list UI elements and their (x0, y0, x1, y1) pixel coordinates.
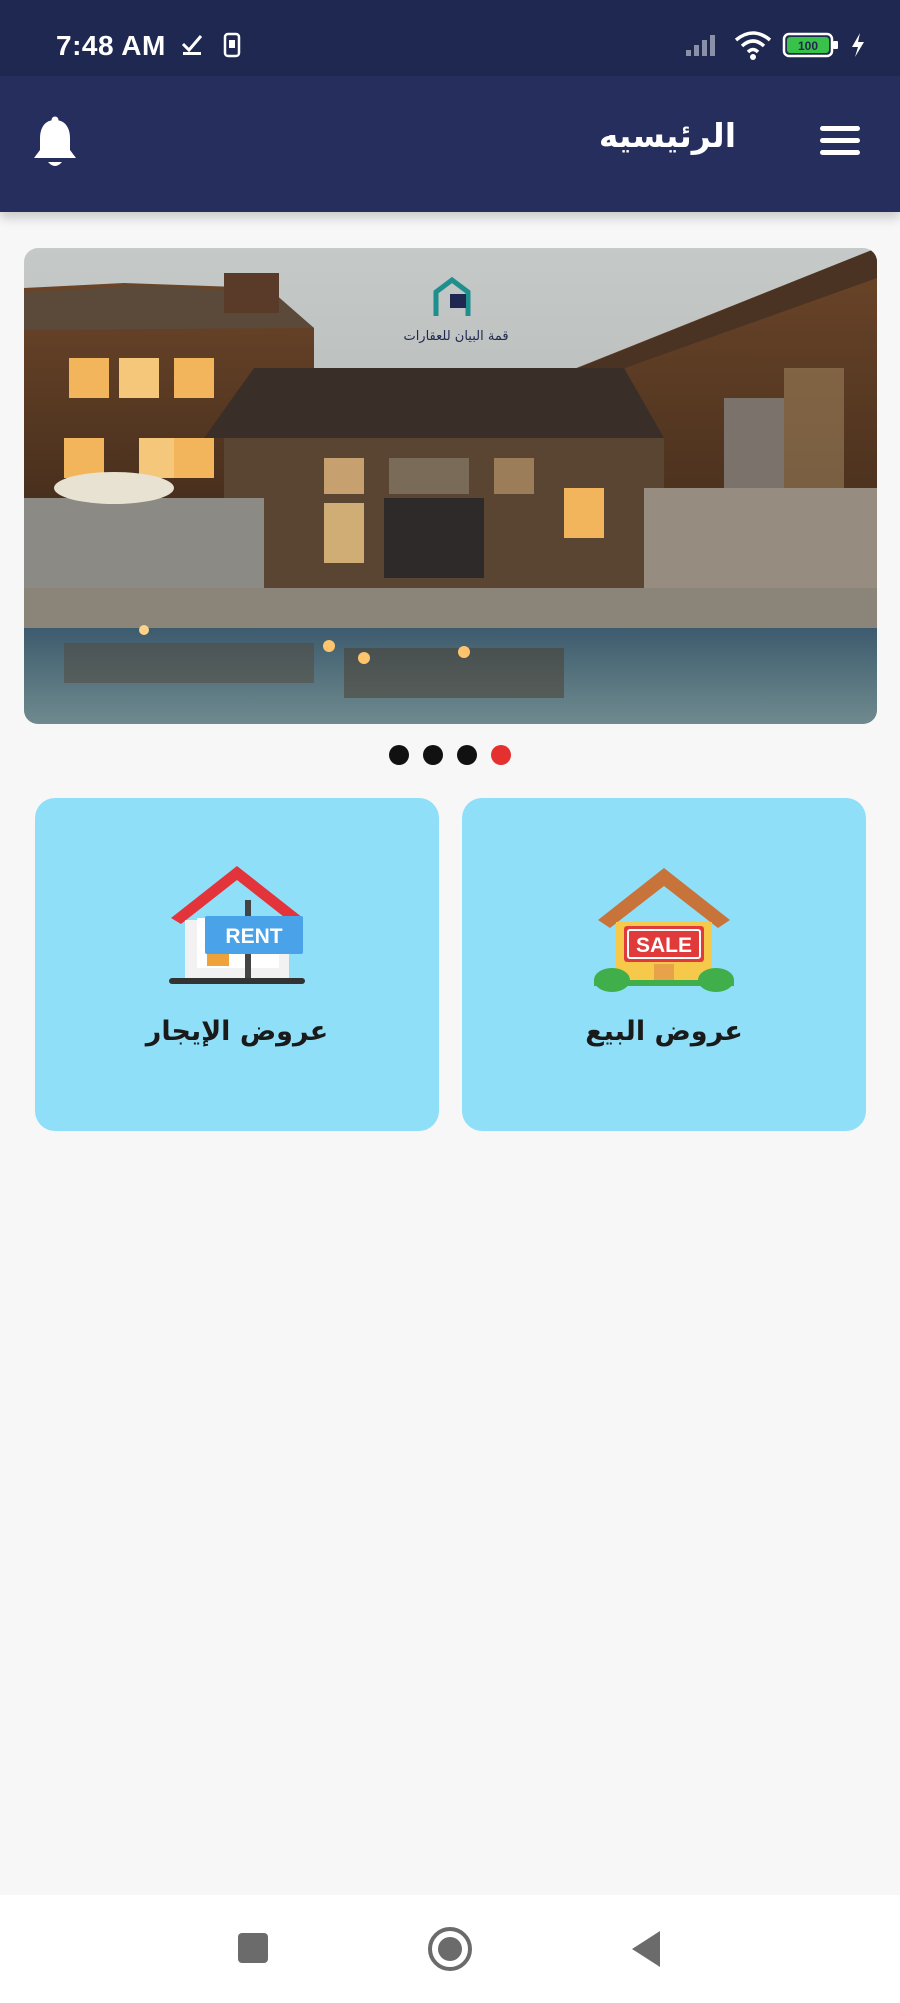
status-right-icons: 100 (684, 30, 866, 60)
app-bar: الرئيسيه (0, 76, 900, 212)
status-bar: 7:48 AM 100 (0, 0, 900, 76)
back-button[interactable] (628, 1929, 664, 1973)
download-done-icon (181, 35, 203, 55)
status-time: 7:48 AM (56, 30, 166, 61)
carousel-dot-1[interactable] (389, 745, 409, 765)
rent-offers-card[interactable]: RENT عروض الإيجار (35, 798, 439, 1131)
logo-text: قمة البيان للعقارات (403, 329, 508, 344)
banner-carousel[interactable]: قمة البيان للعقارات (24, 248, 877, 724)
rent-sign-text: RENT (225, 925, 282, 948)
rent-house-icon: RENT (169, 866, 305, 984)
rent-offers-label: عروض الإيجار (145, 1016, 329, 1047)
battery-level: 100 (798, 39, 818, 53)
wifi-icon (734, 31, 772, 60)
system-nav-bar (0, 1895, 900, 2003)
menu-icon (820, 126, 860, 131)
battery-icon: 100 (782, 32, 838, 58)
sale-house-icon: SALE (594, 868, 734, 992)
notifications-button[interactable] (30, 116, 80, 172)
recents-button[interactable] (236, 1931, 270, 1969)
square-icon (238, 1933, 268, 1963)
sale-offers-card[interactable]: SALE عروض البيع (462, 798, 866, 1131)
bell-icon (34, 116, 76, 166)
back-triangle-icon (632, 1931, 660, 1967)
carousel-dot-2[interactable] (423, 745, 443, 765)
sale-offers-label: عروض البيع (585, 1016, 743, 1047)
circle-icon (428, 1927, 472, 1971)
banner-image: قمة البيان للعقارات (24, 248, 877, 724)
signal-icon (686, 35, 715, 56)
status-left-icons (180, 32, 242, 58)
menu-button[interactable] (816, 118, 864, 166)
carousel-dot-3[interactable] (457, 745, 477, 765)
sale-sign-text: SALE (636, 934, 692, 957)
sim-icon (223, 32, 241, 58)
page-title: الرئيسيه (598, 116, 736, 155)
carousel-indicators (0, 745, 900, 765)
carousel-dot-4-active[interactable] (491, 745, 511, 765)
charging-icon (852, 33, 864, 57)
home-button[interactable] (426, 1925, 474, 1977)
